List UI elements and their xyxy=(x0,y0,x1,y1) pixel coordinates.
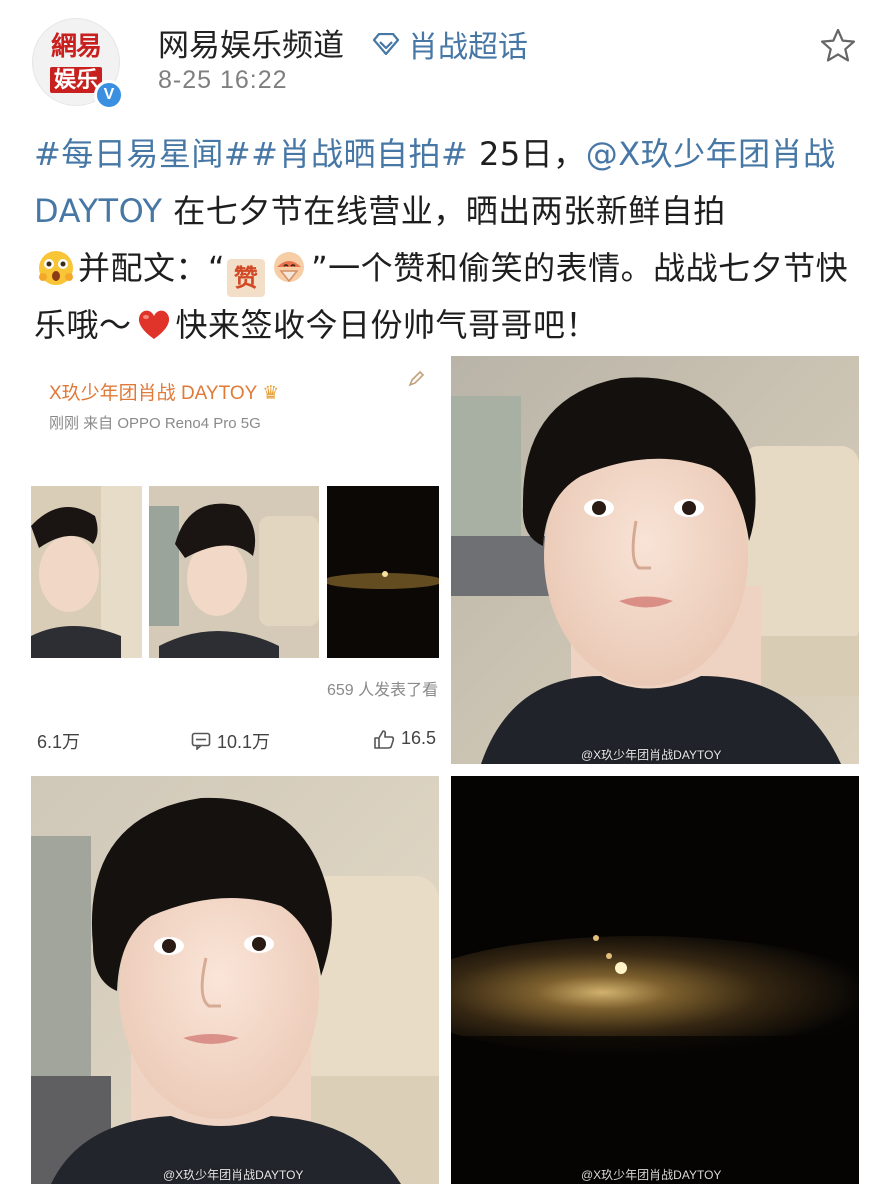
surprised-emoji-icon xyxy=(39,251,73,285)
hashtag-link[interactable]: #肖战晒自拍# xyxy=(251,135,468,173)
screenshot-meta: 刚刚 来自 OPPO Reno4 Pro 5G xyxy=(49,415,261,432)
post-text-segment: 在七夕节在线营业，晒出两张新鲜自拍 xyxy=(162,192,726,230)
post-text-segment: 并配文：“ xyxy=(78,249,226,287)
thumbs-up-icon xyxy=(374,729,395,749)
post-image-selfie[interactable]: @X玖少年团肖战DAYTOY xyxy=(451,356,859,764)
account-name[interactable]: 网易娱乐频道 xyxy=(158,20,344,65)
avatar-logo-line1: 網易 xyxy=(50,32,102,62)
post-image-night-road[interactable]: @X玖少年团肖战DAYTOY xyxy=(451,776,859,1184)
image-watermark: @X玖少年团肖战DAYTOY xyxy=(163,1168,304,1182)
like-count: 16.5 xyxy=(373,728,436,749)
post-header: 網易 娱乐 V 网易娱乐频道 肖战超话 8-25 16:22 xyxy=(0,0,889,120)
star-icon[interactable] xyxy=(818,26,858,66)
image-watermark: @X玖少年团肖战DAYTOY xyxy=(581,748,722,762)
repost-count: 6.1万 xyxy=(37,732,81,752)
screenshot-stats-bar: 6.1万 10.1万 16.5 xyxy=(31,728,439,752)
comment-count: 10.1万 xyxy=(191,728,270,754)
heart-emoji-icon xyxy=(138,310,169,339)
comment-icon xyxy=(191,732,211,750)
pen-icon xyxy=(408,370,425,387)
post-text-segment: 快来签收今日份帅气哥哥吧！ xyxy=(175,306,599,344)
screenshot-reply-count: 659 人发表了看 xyxy=(327,682,439,699)
image-watermark: @X玖少年团肖战DAYTOY xyxy=(581,1168,722,1182)
giggle-emoji-icon xyxy=(274,252,305,283)
post-text: #每日易星闻##肖战晒自拍# 25日，@X玖少年团肖战DAYTOY 在七夕节在线… xyxy=(34,126,856,354)
screenshot-thumb-selfie xyxy=(31,486,142,658)
topic-label: 肖战超话 xyxy=(408,30,528,65)
screenshot-author: X玖少年团肖战 DAYTOY ♛ xyxy=(49,383,280,404)
post-image-screenshot[interactable]: X玖少年团肖战 DAYTOY ♛ 刚刚 来自 OPPO Reno4 Pro 5G xyxy=(31,356,439,764)
zan-emoji-icon: 赞 xyxy=(227,259,266,297)
crown-icon: ♛ xyxy=(262,383,280,404)
diamond-icon xyxy=(372,33,400,55)
post-time: 8-25 16:22 xyxy=(158,66,288,94)
hashtag-link[interactable]: #每日易星闻# xyxy=(34,135,251,173)
screenshot-thumb-selfie xyxy=(149,486,319,658)
screenshot-thumb-night xyxy=(327,486,439,658)
post-image-selfie[interactable]: @X玖少年团肖战DAYTOY xyxy=(31,776,439,1184)
post-text-segment: 25日， xyxy=(468,135,586,173)
topic-tag[interactable]: 肖战超话 xyxy=(372,22,528,66)
verified-badge-icon: V xyxy=(94,80,124,110)
